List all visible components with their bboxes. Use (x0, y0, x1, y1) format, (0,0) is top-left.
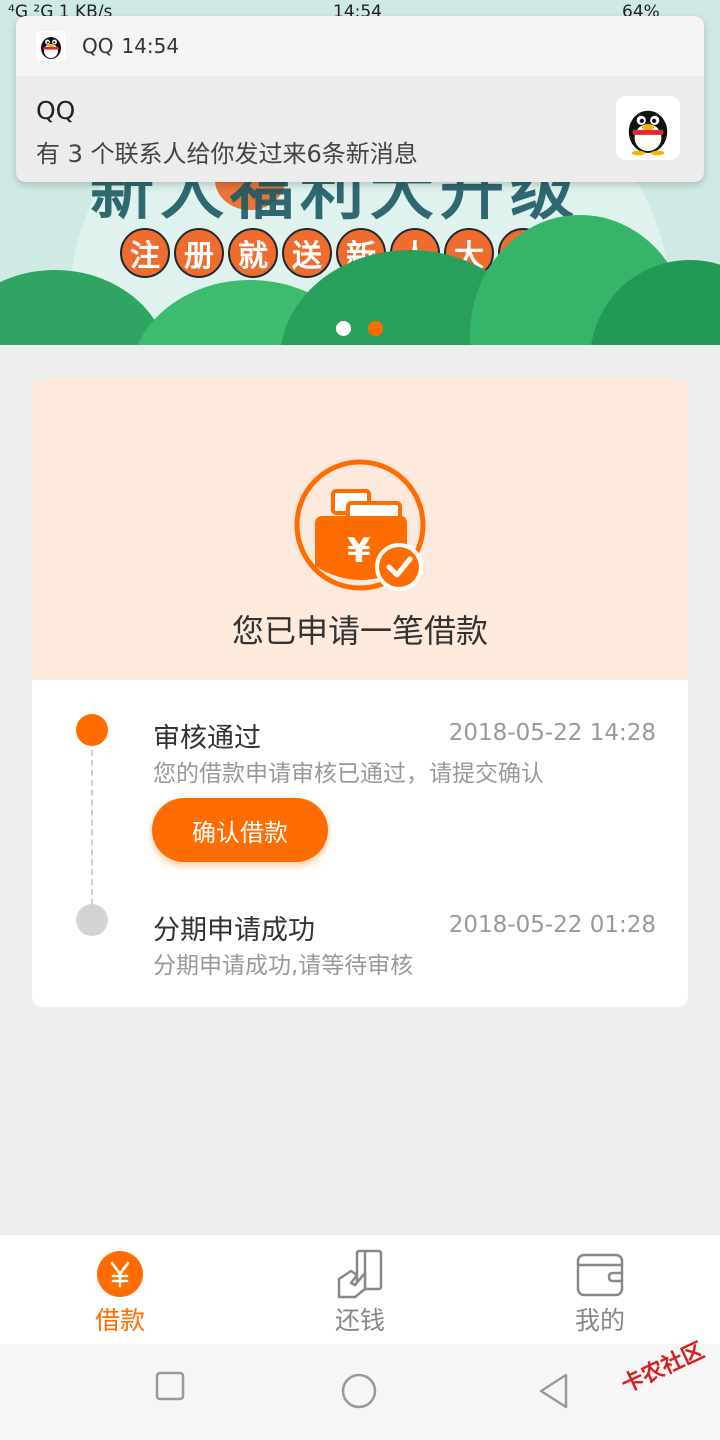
timeline-dot-active (76, 714, 108, 746)
notification-text: 有 3 个联系人给你发过来6条新消息 (36, 140, 418, 168)
qq-notification[interactable]: QQ 14:54 QQ 有 3 个联系人给你发过来6条新消息 (16, 16, 704, 182)
bottom-tab-bar: 借款 还钱 我的 (0, 1234, 720, 1344)
qq-penguin-icon (36, 31, 66, 61)
notification-title: QQ (36, 96, 76, 125)
promo-char: 注 (120, 228, 170, 278)
home-icon[interactable] (340, 1372, 378, 1410)
loan-card-header: ¥ 您已申请一笔借款 (32, 378, 688, 680)
qq-penguin-icon (616, 96, 680, 160)
step-time: 2018-05-22 01:28 (448, 912, 656, 938)
step-desc: 分期申请成功,请等待审核 (153, 953, 414, 979)
promo-char: 就 (228, 228, 278, 278)
timeline-connector (91, 730, 93, 915)
notification-header: QQ 14:54 (16, 16, 704, 76)
wallet-icon (575, 1249, 625, 1299)
carousel-indicator[interactable] (336, 321, 383, 336)
promo-char: 送 (282, 228, 332, 278)
step-desc: 您的借款申请审核已通过，请提交确认 (153, 761, 544, 787)
notification-time: 14:54 (121, 34, 180, 58)
tab-repay[interactable]: 还钱 (240, 1235, 480, 1345)
tab-label: 我的 (574, 1306, 625, 1335)
wallet-approved-icon: ¥ (294, 459, 426, 591)
system-nav-bar (0, 1344, 720, 1440)
carousel-dot[interactable] (336, 321, 351, 336)
notification-app-name: QQ (82, 34, 114, 58)
step-time: 2018-05-22 14:28 (448, 720, 656, 746)
timeline-dot-done (76, 904, 108, 936)
svg-text:¥: ¥ (347, 531, 371, 571)
promo-char: 册 (174, 228, 224, 278)
recent-apps-icon[interactable] (154, 1370, 186, 1402)
yen-icon (95, 1249, 145, 1299)
loan-status-card: ¥ 您已申请一笔借款 审核通过 2018-05-22 14:28 您的借款申请审… (32, 378, 688, 1007)
step-title: 审核通过 (153, 723, 261, 754)
tab-label: 借款 (94, 1306, 145, 1335)
back-icon[interactable] (536, 1372, 570, 1410)
tab-label: 还钱 (334, 1306, 385, 1335)
confirm-loan-button[interactable]: 确认借款 (152, 798, 328, 862)
hand-card-icon (335, 1249, 385, 1299)
carousel-dot-active[interactable] (368, 321, 383, 336)
loan-status-heading: 您已申请一笔借款 (231, 612, 488, 650)
tab-mine[interactable]: 我的 (480, 1235, 720, 1345)
step-title: 分期申请成功 (153, 915, 315, 946)
tab-borrow[interactable]: 借款 (0, 1235, 240, 1345)
